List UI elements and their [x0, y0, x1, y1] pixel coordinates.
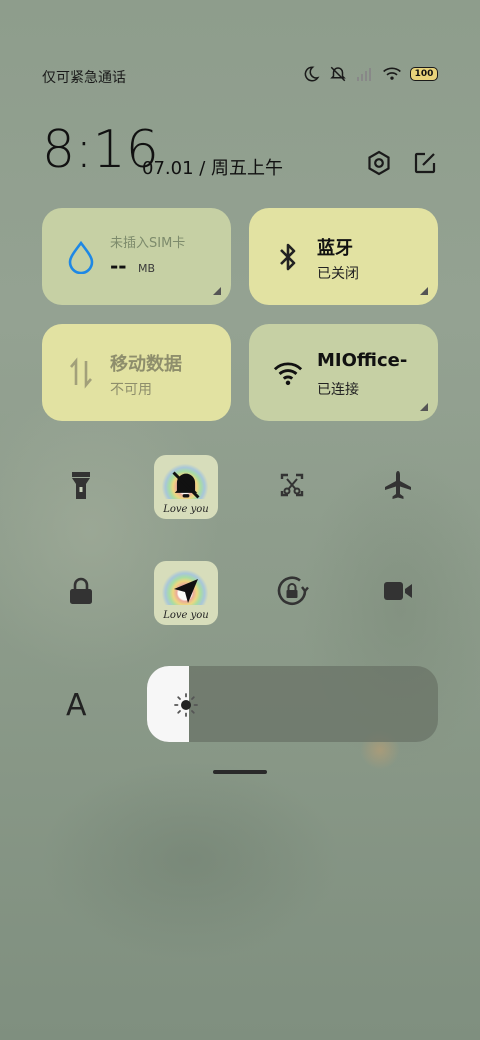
sim-data-value: -- — [110, 254, 127, 278]
location-toggle[interactable]: Love you — [154, 561, 218, 625]
bluetooth-icon — [273, 240, 303, 274]
drag-handle[interactable] — [213, 770, 267, 774]
mobile-data-title: 移动数据 — [110, 354, 182, 375]
water-drop-icon — [66, 240, 96, 274]
vibrate-off-icon — [328, 65, 348, 83]
mute-bell-icon — [169, 468, 203, 506]
wifi-tile[interactable]: MIOffice- 已连接 — [249, 324, 438, 421]
signal-icon — [356, 66, 374, 82]
sim-status-label: 未插入SIM卡 — [110, 236, 186, 251]
bluetooth-tile[interactable]: 蓝牙 已关闭 — [249, 208, 438, 305]
toggle-caption: Love you — [163, 504, 209, 515]
font-size-button[interactable]: A — [66, 688, 87, 723]
airplane-icon — [382, 469, 414, 505]
clock-date: 07.01 / 周五上午 — [142, 158, 284, 179]
rotation-lock-icon — [275, 574, 309, 612]
bluetooth-status: 已关闭 — [317, 266, 359, 282]
settings-icon[interactable] — [366, 150, 392, 176]
tile-expand-corner — [213, 287, 221, 295]
toggle-caption: Love you — [163, 610, 209, 621]
moon-icon — [302, 65, 320, 83]
wifi-icon — [382, 66, 402, 82]
wifi-network-name: MIOffice- — [317, 350, 408, 371]
screen-record-toggle[interactable] — [366, 561, 430, 625]
data-arrows-icon — [66, 356, 96, 390]
lock-icon — [68, 576, 94, 610]
sim-data-tile[interactable]: 未插入SIM卡 -- MB — [42, 208, 231, 305]
clock-row: 8:16 07.01 / 周五上午 — [42, 120, 438, 184]
status-bar: 仅可紧急通话 100 — [0, 62, 480, 92]
wifi-status: 已连接 — [317, 382, 359, 398]
screenshot-icon — [278, 471, 306, 503]
lock-toggle[interactable] — [49, 561, 113, 625]
status-icons: 100 — [302, 65, 438, 83]
wifi-icon — [273, 356, 303, 390]
rotation-lock-toggle[interactable] — [260, 561, 324, 625]
tile-expand-corner — [420, 287, 428, 295]
bluetooth-title: 蓝牙 — [317, 238, 353, 259]
mobile-data-tile[interactable]: 移动数据 不可用 — [42, 324, 231, 421]
screenshot-toggle[interactable] — [260, 455, 324, 519]
battery-icon: 100 — [410, 67, 438, 81]
carrier-text: 仅可紧急通话 — [42, 70, 126, 86]
edit-icon[interactable] — [412, 150, 438, 176]
flashlight-toggle[interactable] — [49, 455, 113, 519]
flashlight-icon — [70, 469, 92, 505]
video-camera-icon — [382, 579, 414, 607]
location-icon — [171, 576, 201, 610]
sim-data-unit: MB — [138, 262, 156, 275]
mobile-data-status: 不可用 — [110, 382, 152, 398]
brightness-slider[interactable] — [147, 666, 438, 742]
mute-toggle[interactable]: Love you — [154, 455, 218, 519]
tile-expand-corner — [420, 403, 428, 411]
airplane-toggle[interactable] — [366, 455, 430, 519]
brightness-sun-icon — [173, 692, 199, 718]
